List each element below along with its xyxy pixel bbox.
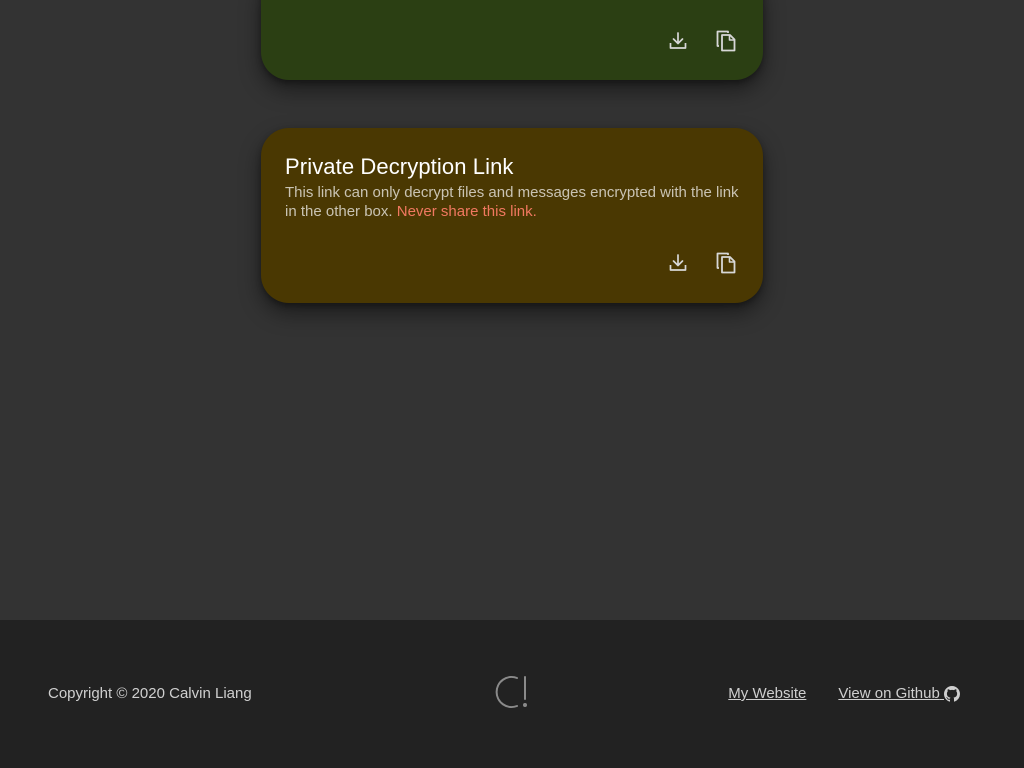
download-icon [669,32,687,49]
copy-icon [716,30,736,52]
public-encryption-card [261,0,763,80]
private-card-description: This link can only decrypt files and mes… [285,183,739,221]
private-card-warning: Never share this link. [396,203,537,220]
private-decryption-card: Private Decryption Link This link can on… [261,128,763,303]
download-icon [669,254,687,271]
footer: Copyright © 2020 Calvin Liang My Website… [0,620,1024,768]
logo-icon [495,674,529,710]
private-card-actions [665,250,739,276]
private-download-button[interactable] [665,250,691,276]
page: Private Decryption Link This link can on… [0,0,1024,768]
footer-links: My Website View on Github [728,684,960,704]
private-copy-button[interactable] [713,250,739,276]
public-download-button[interactable] [665,28,691,54]
copy-icon [716,252,736,274]
github-link-label: View on Github [838,685,940,702]
public-card-actions [665,28,739,54]
github-link[interactable]: View on Github [838,684,960,704]
github-icon [944,686,960,702]
private-card-title: Private Decryption Link [285,154,514,179]
copyright-text: Copyright © 2020 Calvin Liang [48,685,252,702]
public-copy-button[interactable] [713,28,739,54]
my-website-link[interactable]: My Website [728,684,806,704]
